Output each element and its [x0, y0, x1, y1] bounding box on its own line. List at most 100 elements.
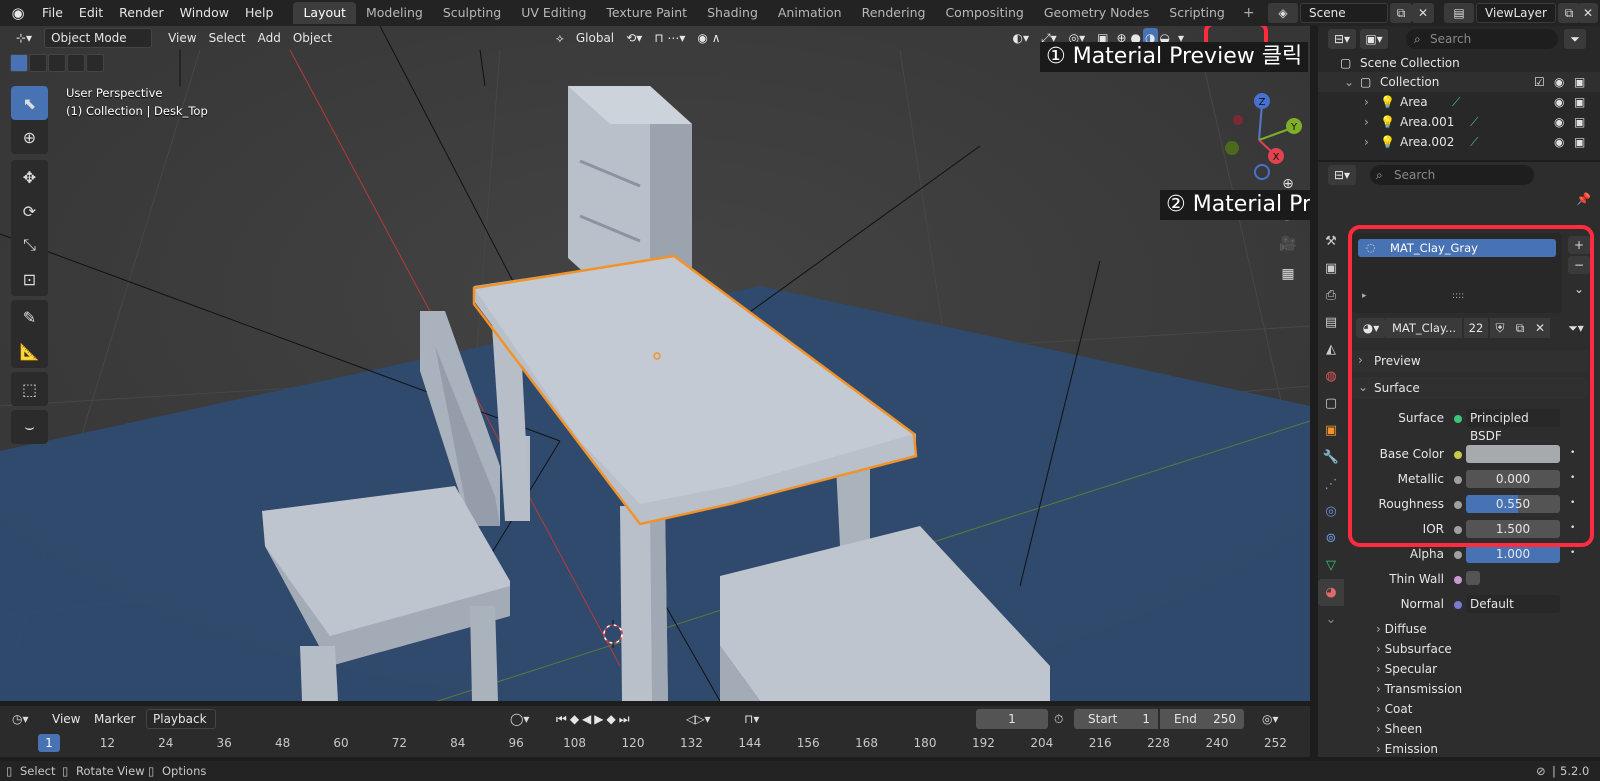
transform-tool-icon[interactable]: ⊡	[11, 262, 48, 296]
move-tool-icon[interactable]: ✥	[11, 160, 48, 194]
camera-icon[interactable]: ▣	[1574, 92, 1585, 112]
viewport-menu-select[interactable]: Select	[203, 28, 252, 48]
select-invert-icon[interactable]	[67, 54, 85, 72]
scene-tab-icon[interactable]: ◭	[1318, 336, 1344, 363]
diffuse-section[interactable]: › Diffuse	[1376, 622, 1427, 636]
jump-end-icon[interactable]: ⏭	[619, 712, 633, 726]
new-view-layer-icon[interactable]: ⧉	[1558, 3, 1580, 23]
timeline-editor-type-icon[interactable]: ◷▾	[12, 709, 42, 729]
properties-editor-type-icon[interactable]: ⊟▾	[1328, 165, 1356, 185]
viewport-menu-view[interactable]: View	[162, 28, 202, 48]
properties-search-input[interactable]: Search	[1370, 165, 1534, 185]
view-layer-icon[interactable]: ▤	[1444, 3, 1474, 23]
keying-icon[interactable]: ◯▾	[510, 709, 546, 729]
outliner-item-area[interactable]: › 💡 Area ⟋ ◉ ▣	[1318, 92, 1600, 112]
outliner-filter-icon[interactable]: ⏷	[1564, 29, 1586, 49]
tab-uv-editing[interactable]: UV Editing	[511, 2, 596, 24]
annotate-tool-icon[interactable]: ✎	[11, 300, 48, 334]
scale-tool-icon[interactable]: ⤡	[11, 228, 48, 262]
render-tab-icon[interactable]: ▣	[1318, 255, 1344, 282]
thin-wall-checkbox[interactable]	[1466, 571, 1480, 585]
frame-step-icons[interactable]: ◁▷▾	[686, 709, 710, 729]
thin-wall-socket-icon[interactable]	[1454, 576, 1462, 584]
tab-modeling[interactable]: Modeling	[356, 2, 433, 24]
curve-tool-icon[interactable]: ⌣	[11, 410, 48, 444]
constraints-tab-icon[interactable]: ⊚	[1318, 525, 1344, 552]
snap-icon[interactable]: ⊓ ⋯▾	[648, 28, 691, 48]
scene-selector-icon[interactable]: ◈	[1268, 3, 1298, 23]
menu-edit[interactable]: Edit	[71, 2, 111, 24]
tab-animation[interactable]: Animation	[768, 2, 852, 24]
view-layer-field[interactable]: ViewLayer	[1476, 3, 1556, 23]
expand-icon[interactable]: ›	[1364, 92, 1369, 112]
viewport-menu-object[interactable]: Object	[287, 28, 338, 48]
timeline-view-options-icon[interactable]: ◎▾	[1262, 709, 1302, 729]
rotate-tool-icon[interactable]: ⟳	[11, 194, 48, 228]
visibility-icon[interactable]: ◐▾	[1007, 28, 1036, 48]
collection-eye-icon[interactable]: ◉	[1554, 72, 1564, 92]
view-layer-tab-icon[interactable]: ▤	[1318, 309, 1344, 336]
object-mode-dropdown[interactable]: Object Mode	[44, 28, 153, 48]
camera-icon[interactable]: ▣	[1574, 132, 1585, 152]
gizmo-neg-z-icon[interactable]	[1254, 164, 1270, 180]
data-tab-icon[interactable]: ▽	[1318, 552, 1344, 579]
cursor-tool-icon[interactable]: ⊕	[11, 120, 48, 154]
outliner-item-area-001[interactable]: › 💡 Area.001 ⟋ ◉ ▣	[1318, 112, 1600, 132]
menu-help[interactable]: Help	[237, 2, 282, 24]
normal-socket-icon[interactable]	[1454, 601, 1462, 609]
tab-geometry-nodes[interactable]: Geometry Nodes	[1034, 2, 1159, 24]
outliner-item-area-002[interactable]: › 💡 Area.002 ⟋ ◉ ▣	[1318, 132, 1600, 152]
add-cube-tool-icon[interactable]: ⬚	[11, 372, 48, 406]
select-box-tool-icon[interactable]: ⬉	[11, 86, 48, 120]
timeline-menu-view[interactable]: View	[52, 709, 80, 729]
tab-sculpting[interactable]: Sculpting	[433, 2, 511, 24]
select-subtract-icon[interactable]	[48, 54, 66, 72]
transmission-section[interactable]: › Transmission	[1376, 682, 1462, 696]
world-tab-icon[interactable]: ◍	[1318, 363, 1344, 390]
outliner-scene-collection[interactable]: ▢ Scene Collection	[1318, 53, 1600, 73]
play-reverse-icon[interactable]: ◀	[582, 712, 594, 726]
collection-expand-icon[interactable]: ⌄	[1344, 72, 1354, 92]
outliner-search-input[interactable]: Search	[1406, 29, 1558, 49]
collection-camera-icon[interactable]: ▣	[1574, 72, 1585, 92]
timeline-menu-marker[interactable]: Marker	[94, 709, 135, 729]
transform-orientation-dropdown[interactable]: Global	[570, 28, 620, 48]
tab-layout[interactable]: Layout	[293, 2, 356, 24]
output-tab-icon[interactable]: ⎙	[1318, 282, 1344, 309]
tab-texture-paint[interactable]: Texture Paint	[596, 2, 697, 24]
tab-rendering[interactable]: Rendering	[852, 2, 936, 24]
eye-icon[interactable]: ◉	[1554, 92, 1564, 112]
tab-scripting[interactable]: Scripting	[1159, 2, 1235, 24]
prev-keyframe-icon[interactable]: ◆	[570, 712, 582, 726]
alpha-field[interactable]: 1.000	[1466, 545, 1560, 563]
tabs-more-icon[interactable]: ⌄	[1318, 606, 1344, 633]
eye-icon[interactable]: ◉	[1554, 112, 1564, 132]
outliner-collection[interactable]: ⌄ ▢ Collection ☑ ◉ ▣	[1318, 72, 1600, 92]
select-intersect-icon[interactable]	[86, 54, 104, 72]
eye-icon[interactable]: ◉	[1554, 132, 1564, 152]
material-tab-icon[interactable]: ◕	[1318, 579, 1344, 606]
pin-icon[interactable]: 📌	[1576, 192, 1591, 206]
add-workspace-icon[interactable]: +	[1235, 2, 1263, 24]
gizmo-neg-x-icon[interactable]	[1233, 115, 1243, 125]
proportional-edit-icon[interactable]: ◉ ∧	[691, 28, 726, 48]
blender-logo-icon[interactable]: ◉	[8, 3, 28, 23]
next-keyframe-icon[interactable]: ◆	[607, 712, 619, 726]
camera-view-icon[interactable]: 🎥	[1276, 232, 1300, 256]
alpha-keyframe-icon[interactable]: •	[1570, 548, 1575, 558]
coat-section[interactable]: › Coat	[1376, 702, 1412, 716]
tab-compositing[interactable]: Compositing	[935, 2, 1033, 24]
measure-tool-icon[interactable]: 📐	[11, 334, 48, 368]
editor-type-icon[interactable]: ⊹▾	[10, 28, 38, 48]
current-frame-field[interactable]: 1	[976, 709, 1048, 729]
particles-tab-icon[interactable]: ⋰	[1318, 471, 1344, 498]
select-new-icon[interactable]	[10, 54, 28, 72]
3d-viewport[interactable]: ⊹▾ Object Mode View Select Add Object ⟡ …	[0, 26, 1310, 701]
tool-tab-icon[interactable]: ⚒	[1318, 228, 1344, 255]
subsurface-section[interactable]: › Subsurface	[1376, 642, 1452, 656]
end-frame-field[interactable]: End 250	[1160, 709, 1244, 729]
outliner-editor-type-icon[interactable]: ⊟▾	[1328, 29, 1356, 49]
object-tab-icon[interactable]: ▣	[1318, 417, 1344, 444]
emission-section[interactable]: › Emission	[1376, 742, 1438, 756]
pivot-point-icon[interactable]: ⟲▾	[620, 28, 648, 48]
